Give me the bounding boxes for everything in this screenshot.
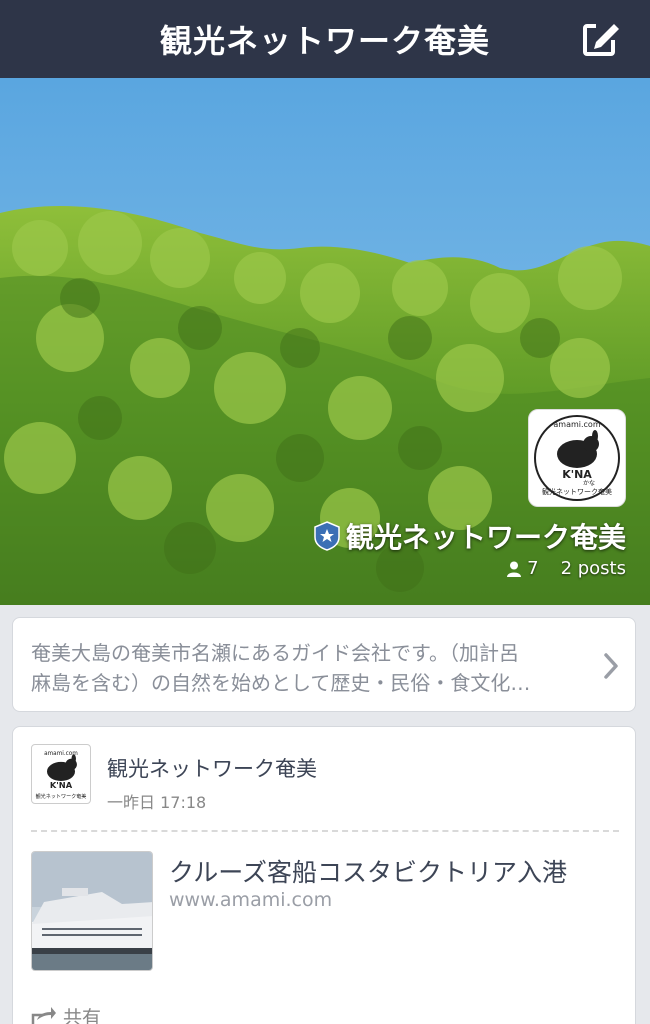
group-description: 奄美大島の奄美市名瀬にあるガイド会社です。（加計呂 麻島を含む）の自然を始めとし…: [31, 638, 575, 698]
share-button[interactable]: 共有: [31, 1003, 101, 1024]
group-description-card[interactable]: 奄美大島の奄美市名瀬にあるガイド会社です。（加計呂 麻島を含む）の自然を始めとし…: [12, 617, 636, 712]
posts-stat[interactable]: 2 posts: [561, 558, 626, 579]
share-label: 共有: [63, 1007, 102, 1024]
post-divider: [31, 830, 619, 832]
cover-image: amami.com K'NA かな 観光ネットワーク奄美 観光ネットワーク奄美 …: [0, 78, 650, 605]
post-timestamp: 一昨日 17:18: [107, 793, 207, 812]
app-header: 観光ネットワーク奄美: [0, 0, 650, 78]
description-line-1: 奄美大島の奄美市名瀬にあるガイド会社です。（加計呂: [31, 641, 519, 665]
group-stats: 7 2 posts: [507, 558, 626, 579]
logo-top-text: amami.com: [553, 420, 600, 429]
compose-icon[interactable]: [582, 20, 622, 58]
post-card: amami.com K'NA 観光ネットワーク奄美 観光ネットワーク奄美 一昨日…: [12, 726, 636, 1024]
member-icon: [507, 561, 522, 577]
link-thumbnail[interactable]: [31, 851, 153, 971]
group-name-row: 観光ネットワーク奄美: [314, 516, 626, 556]
page-title: 観光ネットワーク奄美: [159, 22, 490, 60]
posts-count: 2 posts: [560, 558, 626, 579]
post-author[interactable]: 観光ネットワーク奄美: [107, 753, 317, 783]
group-name: 観光ネットワーク奄美: [345, 521, 626, 554]
members-stat[interactable]: 7: [507, 558, 539, 579]
avatar-logo-bottom-text: 観光ネットワーク奄美: [36, 793, 87, 800]
share-icon: [31, 1006, 56, 1024]
chevron-right-icon: [604, 653, 618, 679]
official-badge-icon: [314, 521, 340, 551]
group-logo[interactable]: amami.com K'NA かな 観光ネットワーク奄美: [528, 409, 626, 507]
avatar-logo-main-text: K'NA: [50, 780, 73, 790]
description-line-2: 麻島を含む）の自然を始めとして歴史・民俗・食文化…: [31, 671, 531, 695]
avatar[interactable]: amami.com K'NA 観光ネットワーク奄美: [31, 744, 91, 804]
members-count: 7: [527, 558, 539, 579]
logo-small-text: かな: [583, 480, 595, 487]
link-url[interactable]: www.amami.com: [169, 889, 332, 911]
logo-bottom-text: 観光ネットワーク奄美: [542, 487, 612, 496]
link-title[interactable]: クルーズ客船コスタビクトリア入港: [169, 853, 567, 889]
